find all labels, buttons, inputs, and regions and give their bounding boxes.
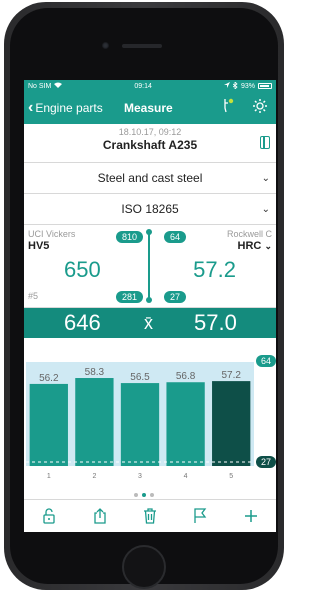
add-icon[interactable] — [244, 508, 258, 524]
bar-value-label: 57.2 — [221, 370, 241, 381]
share-icon[interactable] — [93, 508, 107, 524]
chart-bar — [166, 382, 205, 466]
bar-value-label: 56.8 — [176, 371, 196, 382]
measurement-count: #5 — [28, 291, 39, 301]
chevron-down-icon: ⌄ — [261, 203, 270, 215]
navigation-bar: ‹ Engine parts Measure — [24, 92, 276, 124]
probe-icon[interactable] — [222, 98, 234, 119]
left-current-value: 650 — [64, 257, 101, 282]
chart-bar — [75, 378, 114, 466]
bar-value-label: 58.3 — [85, 367, 105, 378]
measurement-chart: 56.2 1 58.3 2 56.5 3 56.8 4 57.2 5 64 27 — [24, 354, 276, 497]
right-min-badge: 27 — [164, 291, 187, 303]
status-bar: No SIM 09:14 93% — [24, 80, 276, 92]
right-method-label: Rockwell C — [226, 229, 272, 239]
wifi-icon — [54, 82, 63, 90]
trash-icon[interactable] — [143, 508, 157, 524]
earpiece-speaker — [122, 44, 162, 48]
standard-value: ISO 18265 — [121, 202, 179, 216]
chevron-down-icon: ⌄ — [264, 241, 272, 251]
flag-icon[interactable] — [193, 508, 207, 524]
range-bottom-dot — [146, 297, 152, 303]
back-button[interactable]: ‹ Engine parts — [24, 100, 103, 116]
battery-icon — [257, 83, 272, 89]
right-scale-select[interactable]: HRC ⌄ — [238, 240, 272, 252]
page-dot[interactable] — [134, 493, 138, 497]
page-dot[interactable] — [150, 493, 154, 497]
front-camera — [102, 42, 109, 49]
average-bar: 646 x̄ 57.0 — [24, 308, 276, 338]
home-button[interactable] — [122, 545, 166, 589]
upper-limit-label: 64 — [261, 356, 271, 366]
category-tick-label: 5 — [229, 473, 233, 480]
mean-symbol: x̄ — [144, 312, 153, 333]
carrier-label: No SIM — [28, 82, 52, 90]
location-icon — [223, 82, 230, 90]
lock-icon[interactable] — [42, 508, 56, 524]
bluetooth-icon — [232, 80, 238, 91]
range-divider — [148, 230, 150, 302]
standard-select[interactable]: ISO 18265 ⌄ — [24, 194, 276, 225]
battery-percent: 93% — [240, 82, 255, 90]
right-current-value: 57.2 — [193, 257, 236, 282]
chart-bar — [29, 383, 68, 466]
left-scale-label: HV5 — [28, 240, 50, 252]
chevron-left-icon: ‹ — [28, 99, 34, 116]
category-tick-label: 1 — [47, 473, 51, 480]
chart-bar — [212, 381, 251, 466]
report-icon[interactable] — [260, 136, 270, 149]
average-right-value: 57.0 — [194, 310, 237, 335]
average-left-value: 646 — [64, 310, 101, 335]
time-label: 09:14 — [134, 82, 152, 90]
range-top-dot — [146, 229, 152, 235]
back-label: Engine parts — [35, 101, 103, 115]
part-name: Crankshaft A235 — [102, 138, 198, 152]
chart-svg: 56.2 1 58.3 2 56.5 3 56.8 4 57.2 5 64 27 — [26, 355, 276, 480]
left-max-badge: 810 — [116, 231, 144, 243]
page-indicator — [134, 493, 154, 497]
chevron-down-icon: ⌄ — [261, 172, 270, 184]
bottom-toolbar — [24, 499, 276, 532]
measurement-date: 18.10.17, 09:12 — [118, 127, 182, 137]
category-tick-label: 4 — [184, 473, 188, 480]
right-scale-label: HRC — [237, 240, 262, 252]
lower-limit-label: 27 — [261, 457, 271, 467]
chart-bar — [120, 383, 160, 466]
bar-value-label: 56.5 — [130, 372, 150, 383]
category-tick-label: 2 — [92, 473, 96, 480]
left-method-label: UCI Vickers — [28, 229, 76, 239]
category-tick-label: 3 — [138, 473, 142, 480]
bar-value-label: 56.2 — [39, 373, 59, 384]
part-header: 18.10.17, 09:12 Crankshaft A235 — [24, 124, 276, 163]
material-select[interactable]: Steel and cast steel ⌄ — [24, 163, 276, 194]
right-max-badge: 64 — [164, 231, 187, 243]
app-screen: No SIM 09:14 93% ‹ Engine parts Measure — [24, 80, 276, 532]
settings-gear-icon[interactable] — [252, 98, 268, 119]
page-dot-active[interactable] — [142, 493, 146, 497]
page-title: Measure — [124, 101, 173, 115]
left-min-badge: 281 — [116, 291, 144, 303]
material-value: Steel and cast steel — [97, 171, 203, 185]
measurement-panel: UCI Vickers HV5 650 Rockwell C HRC ⌄ 57.… — [24, 225, 276, 308]
